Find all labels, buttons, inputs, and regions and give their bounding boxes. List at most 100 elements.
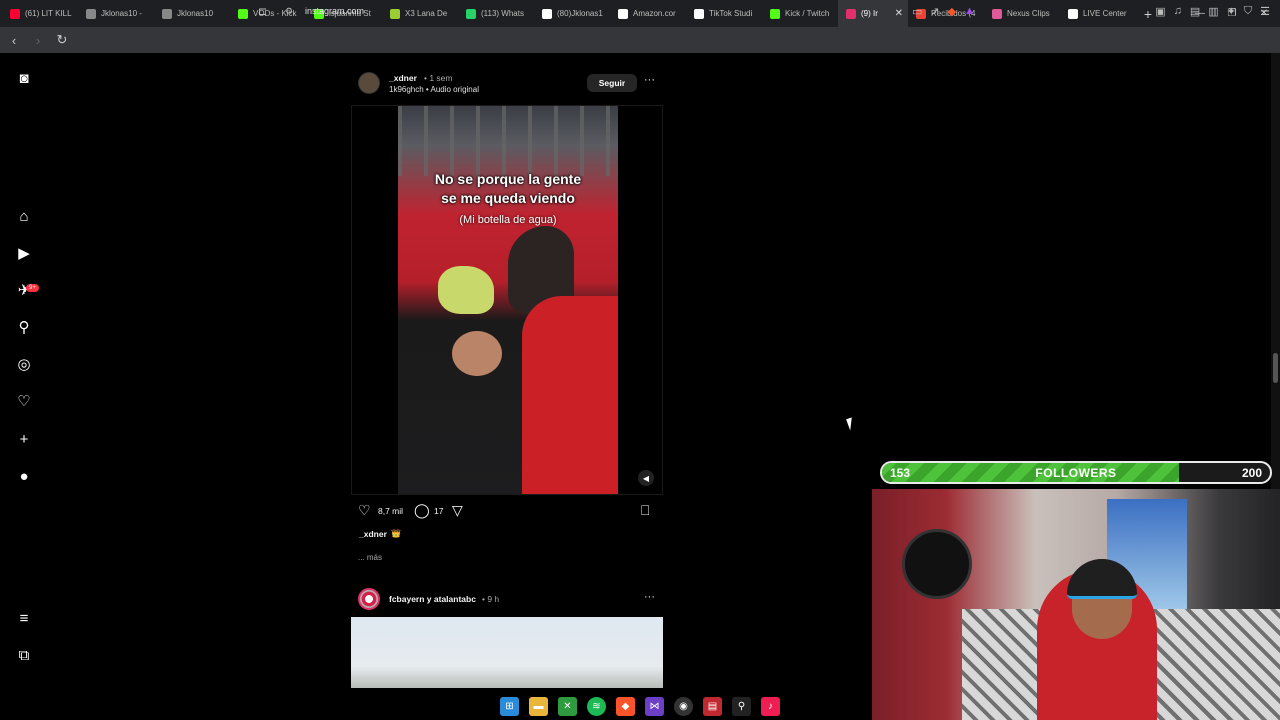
tab-favicon-icon	[466, 8, 476, 19]
browser-tab[interactable]: (113) Whats	[458, 0, 534, 27]
followers-goal-bar: 153 FOLLOWERS 200	[880, 461, 1272, 484]
webcam-feed	[872, 489, 1280, 720]
post2-username[interactable]: fcbayern y atalantabc	[389, 594, 476, 604]
leo-icon[interactable]: ✦	[1227, 5, 1236, 18]
tiktok-live-icon[interactable]: ♪	[761, 697, 780, 716]
like-heart-icon[interactable]: ♡	[358, 502, 371, 519]
like-count[interactable]: 8,7 mil	[378, 506, 403, 516]
media-icon[interactable]: ♫	[1174, 5, 1182, 18]
browser-tab[interactable]: Kick / Twitch	[762, 0, 838, 27]
create-plus-icon[interactable]: +	[14, 429, 34, 449]
file-explorer-icon[interactable]: ▬	[529, 697, 548, 716]
browser-tab[interactable]: Jklonas10	[154, 0, 230, 27]
browser-tab[interactable]: (61) LIT KILL	[2, 0, 78, 27]
video-caption-line2: se me queda viendo	[441, 190, 575, 206]
avatar[interactable]	[358, 72, 380, 94]
webcam-fan	[902, 529, 972, 599]
browser-tab[interactable]: (9) Ir ✕	[838, 0, 908, 27]
caption-emoji: 👑	[391, 529, 401, 538]
browser-tab[interactable]: X3 Lana De	[382, 0, 458, 27]
back-icon[interactable]: ‹	[4, 33, 24, 48]
browser-tab[interactable]: LIVE Center	[1060, 0, 1136, 27]
wallet-icon[interactable]: ▥	[1208, 5, 1218, 18]
caption-username[interactable]: _xdner	[359, 529, 387, 539]
tab-title: (80)Jklonas1	[557, 9, 603, 18]
address-bar-row: ‹ › ↻	[0, 27, 1280, 53]
tab-favicon-icon	[770, 8, 780, 19]
reading-list-icon[interactable]: ▤	[1190, 5, 1200, 18]
forward-icon[interactable]: ›	[28, 33, 48, 48]
reel-video[interactable]: No se porque la gente se me queda viendo…	[351, 105, 663, 495]
more-options-icon[interactable]: ···	[644, 591, 655, 603]
scrollbar-thumb[interactable]	[1273, 353, 1278, 383]
capcut-icon[interactable]: ▤	[703, 697, 722, 716]
tab-title: (9) Ir	[861, 9, 878, 18]
post-audio[interactable]: 1k96ghch • Audio original	[389, 85, 479, 94]
share-send-icon[interactable]: ▽	[452, 502, 463, 519]
mute-icon[interactable]: ◀︎	[638, 470, 654, 486]
close-tab-icon[interactable]: ✕	[895, 8, 903, 19]
explore-icon[interactable]: ◎	[14, 354, 34, 374]
brave-rewards-icon[interactable]: ▲	[964, 5, 975, 18]
browser-tab[interactable]: Nexus Clips	[984, 0, 1060, 27]
video-background-bars	[398, 106, 618, 176]
post2-time: • 9 h	[482, 594, 500, 604]
xbox-icon[interactable]: ✕	[558, 697, 577, 716]
messages-badge: 9+	[26, 284, 39, 292]
vpn-icon[interactable]: ⛉	[1244, 5, 1252, 18]
reload-icon[interactable]: ↻	[52, 32, 72, 48]
obs-icon[interactable]: ◉	[674, 697, 693, 716]
menu-icon[interactable]: ☰	[1260, 5, 1270, 18]
save-bookmark-icon[interactable]: ⎕	[641, 502, 649, 519]
tab-favicon-icon	[390, 8, 400, 19]
post-username[interactable]: _xdner	[389, 73, 417, 83]
comment-icon[interactable]: ◯	[414, 502, 430, 519]
profile-avatar-icon[interactable]: ●	[14, 466, 34, 486]
url-field[interactable]: instagram.com	[305, 6, 364, 16]
instagram-logo-icon[interactable]: ◙	[14, 68, 34, 88]
followers-label: FOLLOWERS	[1035, 466, 1117, 480]
post2-header: fcbayern y atalantabc • 9 h ···	[358, 588, 663, 610]
site-info-icon[interactable]: ⚙	[285, 6, 293, 17]
sidebar-toggle-icon[interactable]: ▣	[1155, 5, 1165, 18]
share-icon[interactable]: ↗	[930, 5, 939, 18]
post-header: _xdner • 1 sem 1k96ghch • Audio original…	[358, 70, 663, 100]
brave-shield-icon[interactable]: ◆	[948, 5, 956, 18]
mouse-cursor-icon	[846, 417, 856, 431]
comment-count: 17	[434, 506, 444, 516]
follow-button[interactable]: Seguir	[587, 74, 637, 92]
address-tools: ▭ ↗ ◆ ▲	[912, 5, 975, 18]
search-icon[interactable]: ⚲	[14, 317, 34, 337]
visual-studio-icon[interactable]: ⋈	[645, 697, 664, 716]
capture-icon[interactable]: ⚲	[732, 697, 751, 716]
also-from-meta-icon[interactable]: ⧉	[14, 645, 34, 665]
tab-favicon-icon	[1068, 8, 1078, 19]
notifications-heart-icon[interactable]: ♡	[14, 391, 34, 411]
post-actions: ♡ 8,7 mil ◯ 17 ▽ ⎕	[358, 502, 658, 522]
more-link[interactable]: ... más	[358, 553, 382, 562]
tab-favicon-icon	[618, 8, 628, 19]
tab-title: (113) Whats	[481, 9, 524, 18]
browser-tab[interactable]: VODs - Kick	[230, 0, 306, 27]
bookmark-icon[interactable]: ⊏	[258, 5, 267, 18]
browser-tab[interactable]: Amazon.cor	[610, 0, 686, 27]
spotify-icon[interactable]: ≋	[587, 697, 606, 716]
avatar[interactable]	[358, 588, 380, 610]
windows-start-icon[interactable]: ⊞	[500, 697, 519, 716]
reels-icon[interactable]: ▶	[14, 243, 34, 263]
browser-tab[interactable]: TikTok Studi	[686, 0, 762, 27]
home-icon[interactable]: ⌂	[14, 206, 34, 226]
browser-tab[interactable]: (80)Jklonas1	[534, 0, 610, 27]
tab-title: LIVE Center	[1083, 9, 1127, 18]
more-options-icon[interactable]: ···	[644, 74, 655, 86]
more-menu-icon[interactable]: ≡	[14, 608, 34, 628]
brave-browser-icon[interactable]: ◆	[616, 697, 635, 716]
tab-favicon-icon	[10, 8, 20, 19]
tab-title: TikTok Studi	[709, 9, 753, 18]
post2-media[interactable]	[351, 617, 663, 688]
instagram-sidebar: ◙ ⌂ ▶ ✈ ⚲ ◎ ♡ + ● ≡ ⧉	[0, 53, 48, 693]
browser-tab[interactable]: Jklonas10 -	[78, 0, 154, 27]
tab-title: Jklonas10	[177, 9, 214, 18]
cast-icon[interactable]: ▭	[912, 5, 922, 18]
video-shoe	[438, 266, 494, 314]
